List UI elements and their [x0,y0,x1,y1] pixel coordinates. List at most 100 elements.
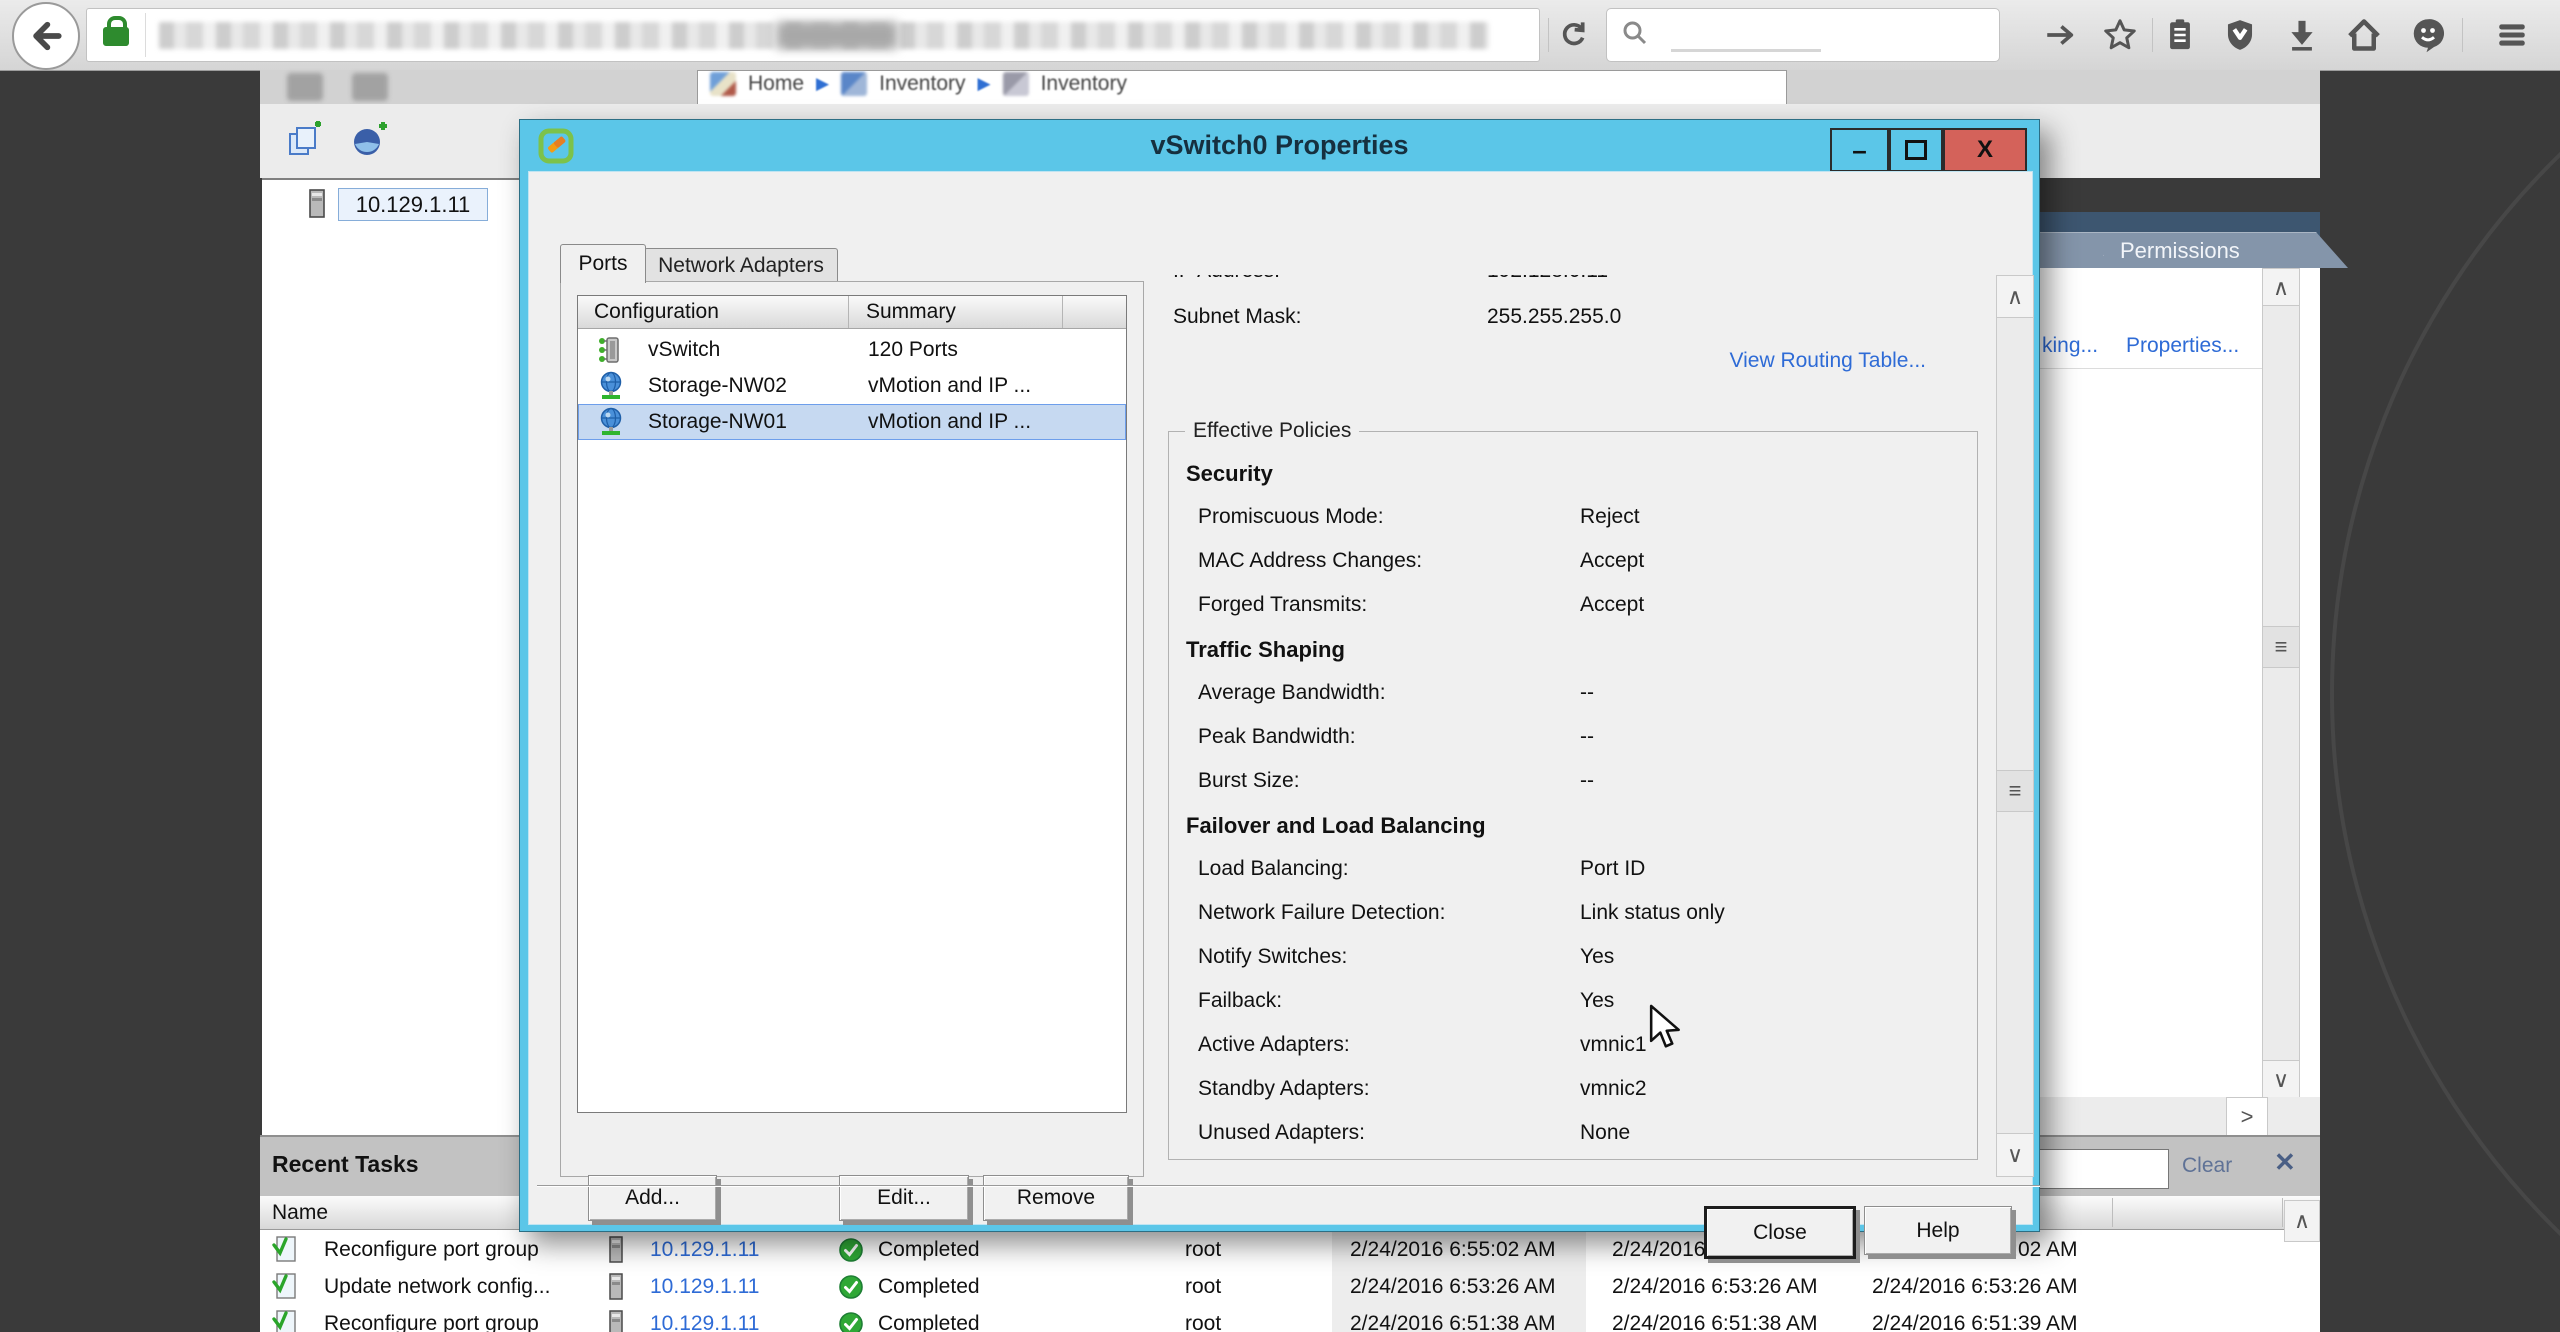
task-icon [272,1235,298,1271]
bookmark-star-button[interactable] [2098,13,2142,57]
shield-button[interactable] [2218,13,2262,57]
lock-icon [103,27,129,46]
clipboard-icon [2163,18,2197,52]
menu-button[interactable] [2490,13,2534,57]
clear-link[interactable]: Clear [2182,1154,2232,1178]
task-status: Completed [878,1312,980,1332]
task-name: Update network config... [324,1275,550,1299]
policy-item-row: Peak Bandwidth:-- [1168,716,1976,760]
task-time: 2/24/2016 6:51:38 AM [1612,1312,1818,1332]
task-row[interactable]: Reconfigure port group10.129.1.11Complet… [260,1306,2320,1332]
column-header-summary[interactable]: Summary [866,300,956,324]
breadcrumb-item[interactable]: Home [748,72,804,96]
reload-button[interactable] [1552,13,1596,57]
minimize-button[interactable]: – [1830,128,1889,172]
client-top-strip: Home ▶ Inventory ▶ Inventory [260,70,2320,104]
group-title: Effective Policies [1185,419,1359,443]
feedback-button[interactable] [2406,13,2450,57]
policy-value: None [1580,1121,1630,1145]
horizontal-scroll-strip: > [2040,1097,2320,1140]
scroll-right-button[interactable]: > [2226,1097,2268,1137]
task-filter-input[interactable] [2033,1149,2169,1189]
policy-label: Unused Adapters: [1198,1121,1365,1145]
url-bar[interactable] [86,8,1540,62]
policy-item-row: Network Failure Detection:Link status on… [1168,892,1976,936]
back-button[interactable] [12,2,80,70]
back-arrow-icon [29,19,63,53]
close-icon: X [1977,136,1993,164]
details-scroll-up-button[interactable]: ∧ [1996,275,2034,319]
ports-tab-pane: Configuration Summary vSwitch120 PortsSt… [560,281,1144,1177]
downloads-button[interactable] [2280,13,2324,57]
properties-link[interactable]: Properties... [2126,334,2239,358]
task-target-link[interactable]: 10.129.1.11 [650,1312,759,1332]
vswitch-properties-dialog: vSwitch0 Properties – X Ports Network Ad… [519,119,2040,1232]
tab-ports[interactable]: Ports [560,244,646,283]
host-icon [306,189,328,224]
tab-permissions[interactable]: Permissions [2104,232,2348,268]
task-row[interactable]: Update network config... 10.129.1.11 Compl… [260,1269,2320,1306]
task-initiated-by: root [1185,1275,1221,1299]
field-label: IP Address: [1173,275,1280,282]
bookmarks-list-button[interactable] [2158,13,2202,57]
task-icon [272,1309,298,1332]
close-window-button[interactable]: X [1943,128,2027,172]
scrollbar-thumb[interactable]: ≡ [2262,626,2300,668]
ip-address-row: IP Address: 192.128.0.11 [1173,275,1280,283]
policy-label: Security [1186,461,1273,487]
field-value: 192.128.0.11 [1487,275,1608,283]
task-time: 2/24/2016 6:53:26 AM [1612,1275,1818,1299]
search-input[interactable] [1606,8,2000,62]
remove-button[interactable]: Remove [983,1175,1129,1221]
scroll-up-button[interactable]: ∧ [2262,268,2300,307]
task-status: Completed [878,1275,980,1299]
details-scroll-down-button[interactable]: ∨ [1996,1133,2034,1177]
add-button[interactable]: Add... [588,1175,717,1221]
host-icon [606,1309,626,1332]
smiley-bubble-icon [2410,17,2446,53]
task-target-link[interactable]: 10.129.1.11 [650,1238,759,1262]
policy-label: Traffic Shaping [1186,637,1345,663]
edit-button[interactable]: Edit... [839,1175,969,1221]
help-button[interactable]: Help [1864,1206,2012,1255]
add-datacenter-button[interactable] [284,120,326,162]
policy-value: Accept [1580,593,1644,617]
details-scrollbar-thumb[interactable]: ≡ [1996,770,2034,812]
add-network-button[interactable] [348,120,390,162]
tab-network-adapters[interactable]: Network Adapters [644,248,838,283]
go-button[interactable] [2038,13,2082,57]
port-list-row[interactable]: Storage-NW02vMotion and IP ... [578,368,1126,404]
task-initiated-by: root [1185,1312,1221,1332]
port-list-header: Configuration Summary [578,296,1126,329]
maximize-button[interactable] [1889,128,1943,172]
port-list-row[interactable]: vSwitch120 Ports [578,332,1126,368]
column-header-configuration[interactable]: Configuration [594,300,719,324]
task-time: 2/24/2016 6:53:26 AM [1872,1275,2078,1299]
port-list-row[interactable]: Storage-NW01vMotion and IP ... [578,404,1126,440]
close-button[interactable]: Close [1704,1206,1856,1259]
breadcrumb-item[interactable]: Inventory [879,72,965,96]
tree-item-host[interactable]: 10.129.1.11 [338,188,488,221]
home-button[interactable] [2342,13,2386,57]
scroll-down-button[interactable]: ∨ [2262,1060,2300,1099]
dialog-title: vSwitch0 Properties [1150,130,1408,161]
breadcrumb-item[interactable]: Inventory [1041,72,1127,96]
policy-label: Peak Bandwidth: [1198,725,1356,749]
button-label: Remove [1017,1186,1095,1210]
scrollbar-track[interactable] [2262,305,2300,1063]
port-group-icon [596,371,626,401]
details-scrollbar-track[interactable] [1996,317,2034,1135]
task-status: Completed [878,1238,980,1262]
star-icon [2102,17,2138,53]
networking-link[interactable]: king... [2042,334,2098,358]
close-tasks-icon[interactable]: ✕ [2274,1147,2296,1178]
policy-value: Accept [1580,549,1644,573]
dialog-titlebar[interactable]: vSwitch0 Properties [520,120,2039,171]
port-group-icon [596,407,626,437]
policy-value: -- [1580,681,1594,705]
task-target-link[interactable]: 10.129.1.11 [650,1275,759,1299]
button-label: Edit... [877,1186,931,1210]
view-routing-table-link[interactable]: View Routing Table... [1729,349,1926,373]
column-header-name[interactable]: Name [272,1201,328,1225]
status-ok-icon [838,1311,864,1332]
